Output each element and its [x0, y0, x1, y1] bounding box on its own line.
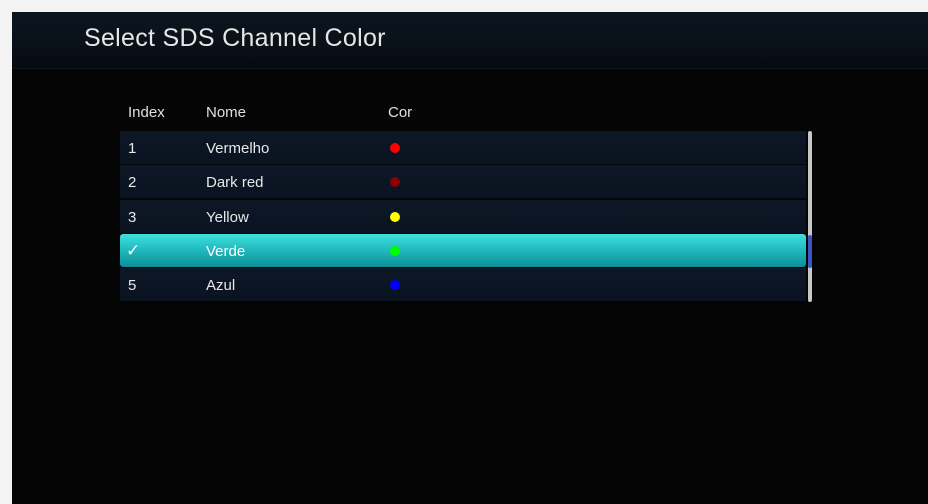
tv-screen: Select SDS Channel Color Index Nome Cor …: [12, 12, 928, 504]
list-item[interactable]: 2 Dark red: [120, 165, 806, 199]
row-name: Vermelho: [206, 140, 270, 157]
list-item[interactable]: 1 Vermelho: [120, 131, 806, 164]
color-swatch-icon: [390, 143, 400, 153]
column-header-name: Nome: [206, 104, 247, 121]
column-header-index: Index: [128, 104, 165, 121]
row-name: Yellow: [206, 208, 249, 226]
row-name: Dark red: [206, 174, 264, 192]
row-index: 2: [128, 174, 137, 192]
color-swatch-icon: [390, 245, 400, 256]
row-name: Verde: [206, 242, 246, 260]
scrollbar-thumb[interactable]: [808, 235, 812, 268]
list-item-selected[interactable]: ✓ Verde: [120, 233, 806, 267]
color-swatch-icon: [390, 177, 400, 188]
row-index: 3: [128, 208, 137, 226]
row-index: 5: [128, 277, 137, 295]
color-swatch-icon: [390, 211, 400, 222]
check-icon: ✓: [126, 240, 141, 260]
list-item[interactable]: 3 Yellow: [120, 199, 806, 233]
table-header: Index Nome Cor: [120, 102, 810, 126]
row-index: 1: [128, 140, 137, 157]
page-title: Select SDS Channel Color: [84, 24, 386, 52]
row-name: Azul: [206, 277, 236, 295]
color-list: 1 Vermelho 2 Dark red 3 Yellow ✓ Verde 5…: [120, 131, 806, 302]
title-bar: Select SDS Channel Color: [12, 12, 928, 69]
list-item[interactable]: 5 Azul: [120, 268, 806, 302]
scrollbar-track[interactable]: [808, 131, 812, 302]
color-swatch-icon: [390, 280, 400, 291]
column-header-color: Cor: [388, 104, 413, 121]
